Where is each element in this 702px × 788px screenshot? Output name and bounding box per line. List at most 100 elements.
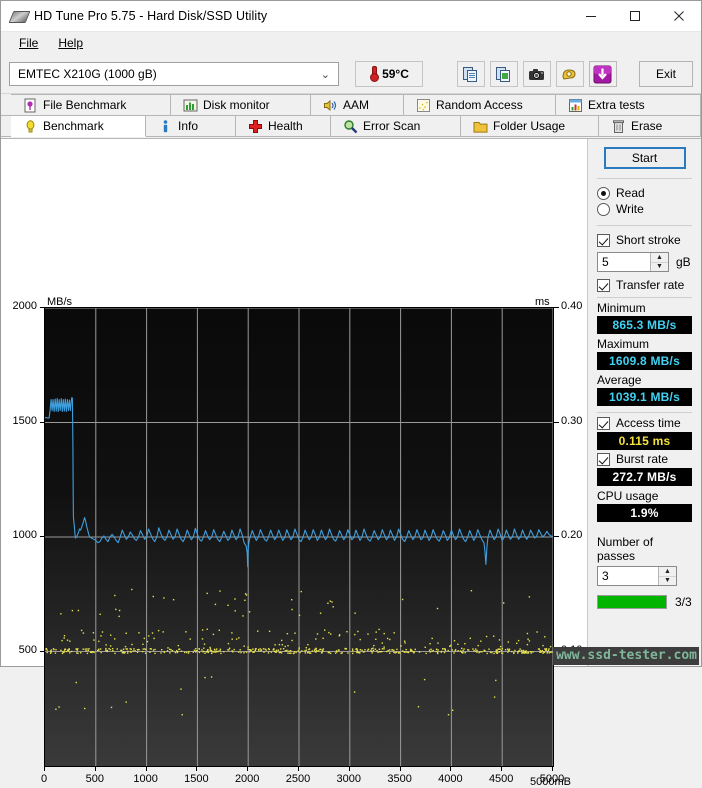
pass-progress-row: 3/3 <box>597 595 692 609</box>
tab-row-top: File Benchmark Disk monitor AAM Random A… <box>1 94 701 116</box>
y-tick-label: 1500 <box>1 415 37 427</box>
download-icon[interactable] <box>589 61 617 87</box>
x-tick-label: 500 <box>75 773 115 785</box>
stepper-arrows[interactable]: ▲ ▼ <box>650 253 668 271</box>
average-value: 1039.1 MB/s <box>597 388 692 406</box>
temperature-display: 59°C <box>355 61 423 87</box>
tab-health[interactable]: Health <box>236 115 331 137</box>
control-panel: Start Read Write Short stroke 5 ▲ <box>587 139 701 666</box>
checkbox-access-time-label: Access time <box>616 416 681 430</box>
maximize-icon[interactable] <box>613 1 657 31</box>
axis-tick <box>552 767 553 771</box>
watermark: www.ssd-tester.com <box>553 647 699 665</box>
axis-tick <box>450 767 451 771</box>
y-tick-label: 2000 <box>1 300 37 312</box>
window-title: HD Tune Pro 5.75 - Hard Disk/SSD Utility <box>34 9 267 23</box>
tab-label: AAM <box>343 98 369 112</box>
minimum-label: Minimum <box>597 301 692 315</box>
divider <box>597 412 692 413</box>
axis-tick <box>40 422 44 423</box>
pass-progress-text: 3/3 <box>675 595 692 609</box>
radio-read[interactable]: Read <box>597 186 692 200</box>
maximum-label: Maximum <box>597 337 692 351</box>
stepper-up-icon[interactable]: ▲ <box>659 567 676 577</box>
x-tick-label: 2000 <box>227 773 267 785</box>
hd-tune-window: HD Tune Pro 5.75 - Hard Disk/SSD Utility… <box>0 0 702 667</box>
axis-tick <box>40 307 44 308</box>
copy-icon[interactable] <box>457 61 485 87</box>
measure-tape-icon[interactable] <box>556 61 584 87</box>
menu-file[interactable]: File <box>9 34 48 52</box>
tab-folder-usage[interactable]: Folder Usage <box>461 115 599 137</box>
temperature-value: 59°C <box>382 67 409 81</box>
tab-extra-tests[interactable]: Extra tests <box>556 94 701 116</box>
divider <box>597 297 692 298</box>
minimize-icon[interactable] <box>569 1 613 31</box>
passes-stepper[interactable]: 3 ▲ ▼ <box>597 566 677 586</box>
y2-tick-label: 0.30 <box>561 415 582 427</box>
health-cross-icon <box>248 119 263 134</box>
x-tick-label: 5000 <box>532 773 572 785</box>
stepper-down-icon[interactable]: ▼ <box>659 577 676 586</box>
stepper-down-icon[interactable]: ▼ <box>651 263 668 272</box>
tab-disk-monitor[interactable]: Disk monitor <box>171 94 311 116</box>
x-tick-label: 1000 <box>126 773 166 785</box>
copy-image-icon[interactable] <box>490 61 518 87</box>
close-icon[interactable] <box>657 1 701 31</box>
folder-icon <box>473 119 488 134</box>
tab-erase[interactable]: Erase <box>599 115 701 137</box>
start-button[interactable]: Start <box>604 147 686 169</box>
tab-info[interactable]: Info <box>146 115 236 137</box>
benchmark-chart: MB/s ms 5000mB 5001000150020000.100.200.… <box>1 139 587 666</box>
title-bar: HD Tune Pro 5.75 - Hard Disk/SSD Utility <box>1 1 701 32</box>
content-area: MB/s ms 5000mB 5001000150020000.100.200.… <box>1 139 701 666</box>
divider <box>597 225 692 226</box>
access-time-value: 0.115 ms <box>597 432 692 450</box>
info-icon <box>158 119 173 134</box>
checkbox-short-stroke[interactable]: Short stroke <box>597 233 692 247</box>
tab-error-scan[interactable]: Error Scan <box>331 115 461 137</box>
menu-help[interactable]: Help <box>48 34 93 52</box>
magnifier-icon <box>343 119 358 134</box>
x-tick-label: 1500 <box>176 773 216 785</box>
axis-tick <box>501 767 502 771</box>
checkbox-access-time[interactable]: Access time <box>597 416 692 430</box>
short-stroke-stepper[interactable]: 5 ▲ ▼ <box>597 252 669 272</box>
tab-row-top-spacer <box>1 94 11 116</box>
tab-label: Disk monitor <box>203 98 270 112</box>
tab-file-benchmark[interactable]: File Benchmark <box>11 94 171 116</box>
x-tick-label: 4500 <box>481 773 521 785</box>
tab-benchmark[interactable]: Benchmark <box>11 115 146 137</box>
extra-tests-icon <box>568 98 583 113</box>
stepper-arrows[interactable]: ▲ ▼ <box>658 567 676 585</box>
tab-label: Health <box>268 119 303 133</box>
axis-tick <box>44 767 45 771</box>
axis-tick <box>298 767 299 771</box>
checkbox-short-stroke-indicator <box>597 234 610 247</box>
axis-tick <box>146 767 147 771</box>
tab-random-access[interactable]: Random Access <box>404 94 556 116</box>
checkbox-burst-rate[interactable]: Burst rate <box>597 452 692 466</box>
tab-row-bottom-spacer <box>1 115 11 137</box>
exit-button[interactable]: Exit <box>639 61 693 87</box>
x-tick-label: 0 <box>24 773 64 785</box>
radio-write[interactable]: Write <box>597 202 692 216</box>
tab-label: Erase <box>631 119 662 133</box>
burst-rate-value: 272.7 MB/s <box>597 468 692 486</box>
maximum-value: 1609.8 MB/s <box>597 352 692 370</box>
camera-icon[interactable] <box>523 61 551 87</box>
cpu-usage-value: 1.9% <box>597 504 692 522</box>
average-label: Average <box>597 373 692 387</box>
file-benchmark-icon <box>23 98 38 113</box>
short-stroke-value: 5 <box>598 255 650 269</box>
random-access-icon <box>416 98 431 113</box>
x-tick-label: 3000 <box>329 773 369 785</box>
checkbox-transfer-rate[interactable]: Transfer rate <box>597 278 692 292</box>
drive-select[interactable]: EMTEC X210G (1000 gB) ⌄ <box>9 62 339 86</box>
tab-aam[interactable]: AAM <box>311 94 404 116</box>
pass-progress-bar <box>597 595 667 609</box>
divider <box>597 178 692 179</box>
window-controls <box>569 1 701 31</box>
axis-tick <box>95 767 96 771</box>
stepper-up-icon[interactable]: ▲ <box>651 253 668 263</box>
